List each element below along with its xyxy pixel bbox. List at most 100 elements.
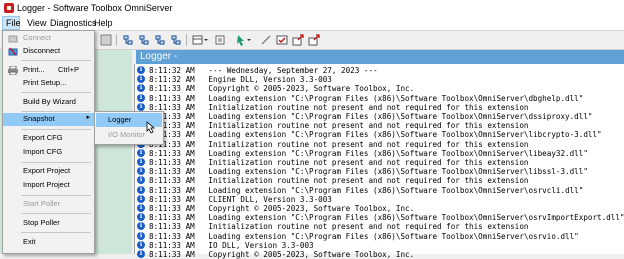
menu-view[interactable]: View [24, 16, 49, 30]
toolbar-separator [186, 34, 187, 46]
log-entry-text: 8:11:33 AM Loading extension "C:\Program… [149, 93, 584, 103]
info-icon: i [137, 194, 145, 203]
file-menu-print-setup[interactable]: Print Setup... [3, 77, 94, 90]
connect-icon [8, 35, 18, 43]
monitor-check-icon[interactable] [276, 34, 288, 46]
file-menu-snapshot[interactable]: Snapshot ▸ [3, 113, 94, 126]
info-icon: i [137, 213, 145, 222]
info-icon: i [137, 185, 145, 194]
menu-separator [21, 232, 91, 233]
file-menu-dropdown: Connect Disconnect Print... Ctrl+P Print… [2, 30, 95, 254]
pencil-icon[interactable] [260, 34, 272, 46]
log-entry-text: 8:11:32 AM Engine DLL, Version 3.3-003 [149, 75, 332, 85]
log-view[interactable]: i 8:11:32 AM --- Wednesday, September 27,… [134, 64, 624, 259]
info-icon: i [137, 167, 145, 176]
log-entry-text: 8:11:33 AM Initialization routine not pr… [149, 176, 529, 186]
file-menu-start-poller-label: Start Poller [23, 199, 61, 208]
menu-file[interactable]: File [2, 16, 21, 30]
print-icon [8, 66, 18, 75]
export-icon[interactable] [292, 34, 304, 46]
file-menu-print[interactable]: Print... Ctrl+P [3, 64, 94, 77]
file-menu-disconnect[interactable]: Disconnect [3, 45, 94, 58]
info-icon: i [137, 222, 145, 231]
file-menu-connect: Connect [3, 32, 94, 45]
info-icon: i [137, 102, 145, 111]
info-icon: i [137, 66, 145, 74]
log-entry-text: 8:11:33 AM Loading extension "C:\Program… [149, 112, 593, 121]
menu-separator [21, 195, 91, 196]
file-menu-connect-label: Connect [23, 33, 51, 42]
toolbar-separator [116, 34, 117, 46]
file-menu-snapshot-label: Snapshot [23, 114, 55, 123]
file-menu-print-shortcut: Ctrl+P [58, 65, 80, 74]
log-entry-text: 8:11:33 AM Loading extension "C:\Program… [149, 130, 602, 140]
file-menu-stop-poller[interactable]: Stop Poller [3, 217, 94, 230]
view-grid-dropdown-icon[interactable] [192, 34, 210, 46]
file-menu-exit[interactable]: Exit [3, 236, 94, 249]
log-entry-text: 8:11:33 AM Loading extension "C:\Program… [149, 213, 624, 223]
info-icon: i [137, 148, 145, 157]
disconnect-icon [8, 47, 18, 56]
file-menu-print-label: Print... [23, 65, 45, 74]
logger-panel-title: Logger - [140, 51, 178, 62]
log-entry-text: 8:11:33 AM Initialization routine not pr… [149, 158, 529, 167]
file-menu-stop-poller-label: Stop Poller [23, 218, 60, 227]
log-entry-text: 8:11:33 AM Loading extension "C:\Program… [149, 167, 588, 177]
snapshot-logger-label: Logger [108, 115, 132, 124]
app-logo-icon [4, 3, 14, 13]
file-menu-build-by-wizard[interactable]: Build By Wizard [3, 96, 94, 109]
log-entry-text: 8:11:33 AM CLIENT DLL, Version 3.3-003 [149, 194, 332, 204]
file-menu-start-poller: Start Poller [3, 198, 94, 211]
file-menu-import-cfg-label: Import CFG [23, 147, 63, 156]
window-title: Logger - Software Toolbox OmniServer [17, 3, 173, 13]
log-entry-text: 8:11:33 AM Loading extension "C:\Program… [149, 148, 588, 158]
menu-bar: File View Diagnostics Help [0, 16, 624, 31]
file-menu-print-setup-label: Print Setup... [23, 78, 67, 87]
submenu-arrow-icon: ▸ [86, 114, 90, 121]
import-icon[interactable] [308, 34, 320, 46]
menu-help[interactable]: Help [91, 16, 116, 30]
toolbar-blank-icon[interactable] [100, 34, 112, 46]
tag-tree-icon[interactable] [122, 34, 134, 46]
file-menu-disconnect-label: Disconnect [23, 46, 61, 55]
tag-edit-icon[interactable] [154, 34, 166, 46]
file-menu-import-project[interactable]: Import Project [3, 179, 94, 192]
info-icon: i [137, 75, 145, 84]
tag-delete-icon[interactable] [170, 34, 182, 46]
log-entry-text: 8:11:33 AM Copyright © 2005-2023, Softwa… [149, 250, 415, 259]
menu-separator [21, 92, 91, 93]
file-menu-export-project[interactable]: Export Project [3, 165, 94, 178]
title-bar: Logger - Software Toolbox OmniServer [0, 0, 624, 16]
log-entry-text: 8:11:33 AM Initialization routine not pr… [149, 222, 529, 232]
info-icon: i [137, 240, 145, 249]
file-menu-import-project-label: Import Project [23, 180, 70, 189]
menu-separator [21, 213, 91, 214]
file-menu-import-cfg[interactable]: Import CFG [3, 146, 94, 159]
file-menu-export-cfg[interactable]: Export CFG [3, 132, 94, 145]
menu-separator [21, 60, 91, 61]
menu-separator [21, 129, 91, 130]
tag-add-icon[interactable] [138, 34, 150, 46]
info-icon: i [137, 204, 145, 212]
properties-icon[interactable] [214, 34, 226, 46]
file-menu-exit-label: Exit [23, 237, 36, 246]
menu-separator [21, 111, 91, 112]
info-icon: i [137, 176, 145, 185]
log-entry-text: 8:11:33 AM Initialization routine not pr… [149, 121, 529, 131]
log-entry-text: 8:11:33 AM IO DLL, Version 3.3-003 [149, 240, 314, 250]
file-menu-export-project-label: Export Project [23, 166, 71, 175]
info-icon: i [137, 84, 145, 93]
log-entry-text: 8:11:33 AM Loading extension "C:\Program… [149, 231, 579, 241]
log-entry-text: 8:11:33 AM Copyright © 2005-2023, Softwa… [149, 204, 415, 213]
log-entry-text: 8:11:33 AM Copyright © 2005-2023, Softwa… [149, 84, 415, 94]
logger-panel-header[interactable]: Logger - [136, 50, 624, 64]
cursor-dropdown-icon[interactable] [236, 34, 252, 46]
menu-separator [21, 162, 91, 163]
mouse-pointer-icon [146, 121, 156, 134]
log-entry-text: 8:11:32 AM --- Wednesday, September 27, … [149, 66, 378, 75]
log-entry-text: 8:11:33 AM Loading extension "C:\Program… [149, 185, 584, 195]
log-entry-text: 8:11:33 AM Initialization routine not pr… [149, 102, 529, 112]
info-icon: i [137, 250, 145, 258]
snapshot-io-monitor-label: I/O Monitor [108, 130, 146, 139]
file-menu-build-by-wizard-label: Build By Wizard [23, 97, 76, 106]
